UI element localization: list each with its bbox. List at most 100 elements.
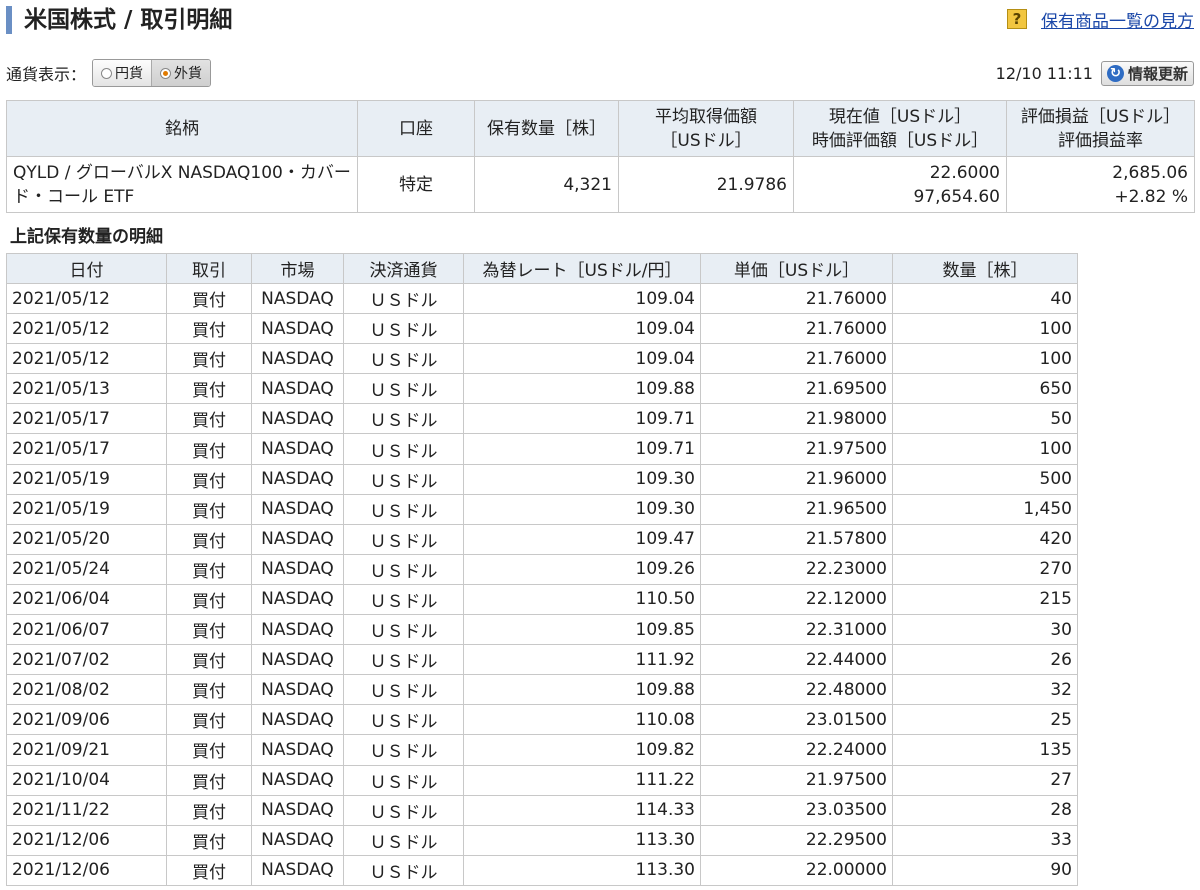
holding-pl: 2,685.06 +2.82 % <box>1006 156 1195 213</box>
cell-date: 2021/05/13 <box>6 373 167 405</box>
detail-section-heading: 上記保有数量の明細 <box>10 227 163 247</box>
cell-market: NASDAQ <box>251 583 344 616</box>
currency-option-foreign-label: 外貨 <box>174 66 203 82</box>
header-stock: 銘柄 <box>6 100 358 157</box>
help-link-group[interactable]: ? 保有商品一覧の見方 <box>1007 6 1194 32</box>
detail-header-market: 市場 <box>251 253 344 284</box>
cell-date: 2021/12/06 <box>6 854 167 886</box>
holdings-guide-link[interactable]: 保有商品一覧の見方 <box>1041 7 1194 32</box>
cell-settlement-currency: ＵＳドル <box>343 824 464 856</box>
cell-trade: 買付 <box>166 734 252 766</box>
cell-fx-rate: 109.04 <box>463 313 701 345</box>
cell-fx-rate: 111.92 <box>463 644 701 676</box>
cell-settlement-currency: ＵＳドル <box>343 674 464 706</box>
cell-settlement-currency: ＵＳドル <box>343 553 464 585</box>
cell-trade: 買付 <box>166 343 252 375</box>
currency-option-foreign[interactable]: 外貨 <box>151 60 211 86</box>
detail-header-unit-price: 単価［USドル］ <box>700 253 893 284</box>
currency-toggle: 円貨 外貨 <box>92 59 212 87</box>
cell-trade: 買付 <box>166 674 252 706</box>
table-row: 2021/05/20 買付 NASDAQ ＵＳドル 109.47 21.57800 420 <box>6 523 1078 555</box>
cell-quantity: 32 <box>892 674 1078 706</box>
cell-date: 2021/05/12 <box>6 282 167 315</box>
cell-quantity: 25 <box>892 704 1078 736</box>
cell-market: NASDAQ <box>251 824 344 856</box>
cell-settlement-currency: ＵＳドル <box>343 794 464 826</box>
cell-settlement-currency: ＵＳドル <box>343 433 464 465</box>
cell-fx-rate: 109.30 <box>463 493 701 525</box>
table-row: 2021/11/22 買付 NASDAQ ＵＳドル 114.33 23.03500 28 <box>6 794 1078 826</box>
cell-quantity: 100 <box>892 313 1078 345</box>
cell-quantity: 26 <box>892 644 1078 676</box>
cell-fx-rate: 109.85 <box>463 614 701 646</box>
table-row: 2021/12/06 買付 NASDAQ ＵＳドル 113.30 22.29500 33 <box>6 824 1078 856</box>
cell-date: 2021/09/21 <box>6 734 167 766</box>
cell-market: NASDAQ <box>251 614 344 646</box>
cell-settlement-currency: ＵＳドル <box>343 373 464 405</box>
cell-fx-rate: 110.08 <box>463 704 701 736</box>
cell-settlement-currency: ＵＳドル <box>343 644 464 676</box>
table-row: 2021/05/24 買付 NASDAQ ＵＳドル 109.26 22.23000 270 <box>6 553 1078 585</box>
table-row: 2021/05/12 買付 NASDAQ ＵＳドル 109.04 21.76000 100 <box>6 343 1078 375</box>
detail-header-settlement-currency: 決済通貨 <box>343 253 464 284</box>
refresh-button[interactable]: ↻ 情報更新 <box>1100 60 1194 86</box>
table-row: 2021/05/12 買付 NASDAQ ＵＳドル 109.04 21.76000 100 <box>6 313 1078 345</box>
header-account: 口座 <box>357 100 475 157</box>
cell-unit-price: 22.24000 <box>700 734 893 766</box>
currency-display-selector: 通貨表示： 円貨 外貨 <box>6 58 212 88</box>
cell-unit-price: 21.96000 <box>700 463 893 495</box>
holding-current: 22.6000 97,654.60 <box>793 156 1007 213</box>
cell-trade: 買付 <box>166 403 252 435</box>
cell-market: NASDAQ <box>251 734 344 766</box>
cell-unit-price: 21.98000 <box>700 403 893 435</box>
detail-header-trade: 取引 <box>166 253 252 284</box>
cell-fx-rate: 109.88 <box>463 373 701 405</box>
cell-date: 2021/05/17 <box>6 433 167 465</box>
table-row: 2021/05/12 買付 NASDAQ ＵＳドル 109.04 21.76000 40 <box>6 282 1078 315</box>
cell-trade: 買付 <box>166 704 252 736</box>
cell-unit-price: 21.97500 <box>700 433 893 465</box>
holding-quantity: 4,321 <box>474 156 619 213</box>
cell-unit-price: 21.57800 <box>700 523 893 555</box>
holding-pl-rate: +2.82 % <box>1114 186 1188 207</box>
cell-unit-price: 22.29500 <box>700 824 893 856</box>
cell-fx-rate: 109.82 <box>463 734 701 766</box>
radio-jpy-icon[interactable] <box>101 67 113 79</box>
cell-date: 2021/05/20 <box>6 523 167 555</box>
cell-quantity: 28 <box>892 794 1078 826</box>
cell-fx-rate: 109.71 <box>463 433 701 465</box>
transaction-detail-table: 日付 取引 市場 決済通貨 為替レート［USドル/円］ 単価［USドル］ 数量［株］ 202… <box>6 253 1078 886</box>
cell-settlement-currency: ＵＳドル <box>343 343 464 375</box>
cell-settlement-currency: ＵＳドル <box>343 734 464 766</box>
cell-fx-rate: 109.04 <box>463 282 701 315</box>
refresh-button-label: 情報更新 <box>1127 64 1188 83</box>
cell-trade: 買付 <box>166 764 252 796</box>
header-current-line1: 現在値［USドル］ <box>828 106 972 127</box>
cell-fx-rate: 113.30 <box>463 824 701 856</box>
table-row: 2021/05/13 買付 NASDAQ ＵＳドル 109.88 21.69500 650 <box>6 373 1078 405</box>
cell-quantity: 50 <box>892 403 1078 435</box>
cell-date: 2021/09/06 <box>6 704 167 736</box>
radio-foreign-icon[interactable] <box>160 67 172 79</box>
header-avg-cost-line2: ［USドル］ <box>660 130 752 151</box>
help-question-icon[interactable]: ? <box>1007 9 1027 29</box>
cell-quantity: 1,450 <box>892 493 1078 525</box>
cell-trade: 買付 <box>166 282 252 315</box>
table-row: 2021/12/06 買付 NASDAQ ＵＳドル 113.30 22.00000 90 <box>6 854 1078 886</box>
cell-trade: 買付 <box>166 794 252 826</box>
cell-quantity: 30 <box>892 614 1078 646</box>
cell-quantity: 33 <box>892 824 1078 856</box>
cell-settlement-currency: ＵＳドル <box>343 493 464 525</box>
cell-settlement-currency: ＵＳドル <box>343 704 464 736</box>
cell-date: 2021/08/02 <box>6 674 167 706</box>
detail-header-row: 日付 取引 市場 決済通貨 為替レート［USドル/円］ 単価［USドル］ 数量［株］ <box>6 253 1078 284</box>
currency-option-jpy[interactable]: 円貨 <box>93 60 152 86</box>
cell-market: NASDAQ <box>251 854 344 886</box>
cell-fx-rate: 109.47 <box>463 523 701 555</box>
header-avg-cost-line1: 平均取得価額 <box>655 106 757 127</box>
cell-market: NASDAQ <box>251 313 344 345</box>
cell-trade: 買付 <box>166 854 252 886</box>
cell-fx-rate: 109.71 <box>463 403 701 435</box>
cell-date: 2021/05/19 <box>6 493 167 525</box>
holding-market-value: 97,654.60 <box>913 186 1000 207</box>
